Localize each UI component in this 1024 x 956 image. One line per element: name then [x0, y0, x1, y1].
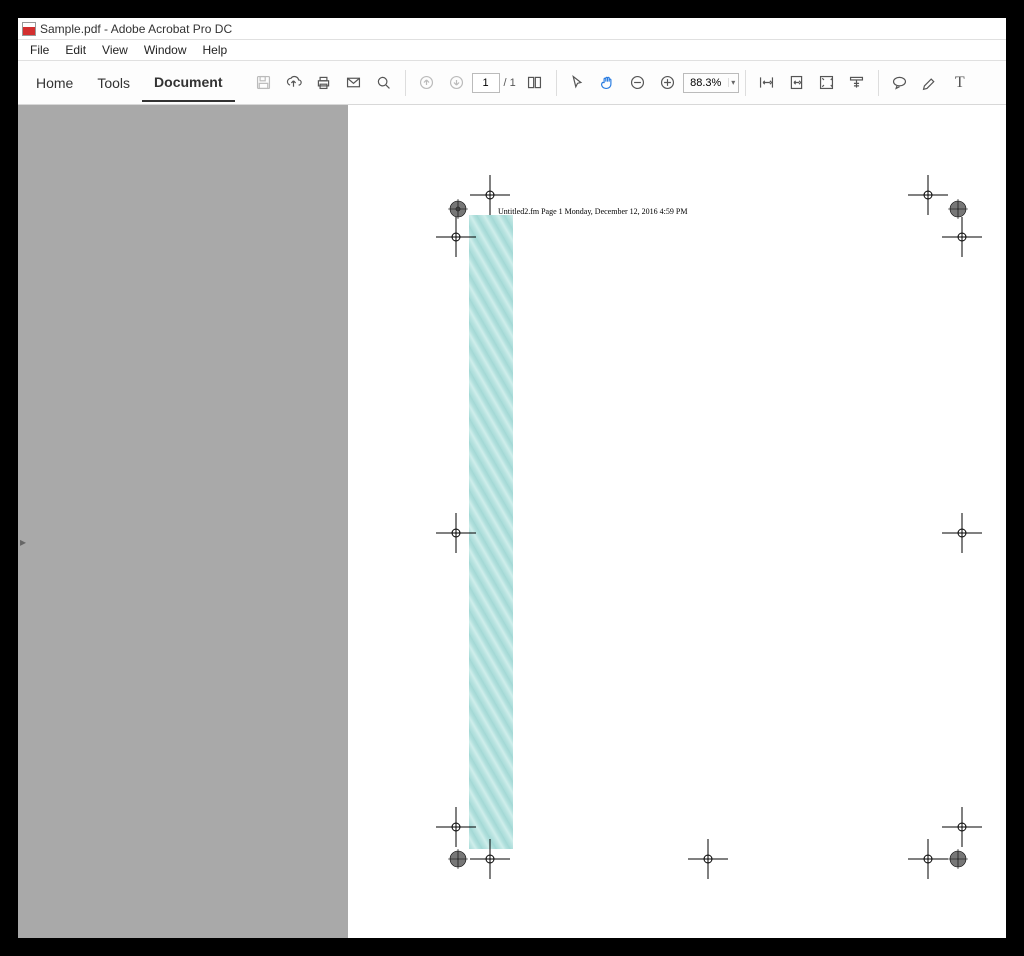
- crop-mark-icon: [942, 217, 982, 257]
- fit-page-icon[interactable]: [782, 68, 812, 98]
- page-number-input[interactable]: [472, 73, 500, 93]
- menu-help[interactable]: Help: [195, 41, 236, 59]
- content-area: ▸ Untitled2.fm Page 1 Monday, December 1…: [18, 105, 1006, 938]
- app-window: Sample.pdf - Adobe Acrobat Pro DC File E…: [18, 18, 1006, 938]
- search-icon[interactable]: [369, 68, 399, 98]
- crop-mark-icon: [942, 513, 982, 553]
- text-icon[interactable]: T: [945, 68, 975, 98]
- crop-mark-icon: [908, 175, 948, 215]
- comment-icon[interactable]: [885, 68, 915, 98]
- document-header-text: Untitled2.fm Page 1 Monday, December 12,…: [498, 207, 687, 216]
- registration-circle-icon: [948, 199, 968, 219]
- menubar: File Edit View Window Help: [18, 40, 1006, 61]
- menu-file[interactable]: File: [22, 41, 57, 59]
- zoom-value: 88.3%: [684, 77, 728, 89]
- email-icon[interactable]: [339, 68, 369, 98]
- menu-edit[interactable]: Edit: [57, 41, 94, 59]
- registration-circle-icon: [948, 849, 968, 869]
- titlebar: Sample.pdf - Adobe Acrobat Pro DC: [18, 18, 1006, 40]
- crop-mark-icon: [688, 839, 728, 879]
- pdf-page: Untitled2.fm Page 1 Monday, December 12,…: [348, 105, 1006, 938]
- crop-mark-icon: [436, 513, 476, 553]
- expand-panel-icon[interactable]: ▸: [18, 522, 28, 562]
- page-down-icon[interactable]: [442, 68, 472, 98]
- separator: [556, 70, 557, 96]
- save-icon[interactable]: [249, 68, 279, 98]
- registration-circle-icon: [448, 849, 468, 869]
- chevron-down-icon: ▾: [728, 78, 738, 87]
- zoom-select[interactable]: 88.3% ▾: [683, 73, 739, 93]
- tab-document[interactable]: Document: [142, 64, 234, 102]
- document-viewport[interactable]: Untitled2.fm Page 1 Monday, December 12,…: [348, 105, 1006, 938]
- separator: [405, 70, 406, 96]
- pdf-icon: [22, 22, 36, 36]
- crop-mark-icon: [436, 217, 476, 257]
- toolbar: Home Tools Document / 1 88.3% ▾: [18, 61, 1006, 105]
- side-panel: ▸: [18, 105, 348, 938]
- highlight-icon[interactable]: [915, 68, 945, 98]
- read-mode-icon[interactable]: [842, 68, 872, 98]
- separator: [878, 70, 879, 96]
- crop-mark-icon: [470, 839, 510, 879]
- page-total: / 1: [500, 77, 520, 89]
- menu-window[interactable]: Window: [136, 41, 195, 59]
- crop-mark-icon: [470, 175, 510, 215]
- fullscreen-icon[interactable]: [812, 68, 842, 98]
- window-title: Sample.pdf - Adobe Acrobat Pro DC: [40, 22, 232, 36]
- page-layout-icon[interactable]: [520, 68, 550, 98]
- separator: [745, 70, 746, 96]
- zoom-out-icon[interactable]: [623, 68, 653, 98]
- registration-circle-icon: [448, 199, 468, 219]
- pointer-icon[interactable]: [563, 68, 593, 98]
- menu-view[interactable]: View: [94, 41, 136, 59]
- tab-home[interactable]: Home: [24, 65, 85, 101]
- crop-mark-icon: [942, 807, 982, 847]
- zoom-in-icon[interactable]: [653, 68, 683, 98]
- tab-tools[interactable]: Tools: [85, 65, 142, 101]
- cloud-upload-icon[interactable]: [279, 68, 309, 98]
- fit-width-icon[interactable]: [752, 68, 782, 98]
- print-icon[interactable]: [309, 68, 339, 98]
- page-up-icon[interactable]: [412, 68, 442, 98]
- hand-icon[interactable]: [593, 68, 623, 98]
